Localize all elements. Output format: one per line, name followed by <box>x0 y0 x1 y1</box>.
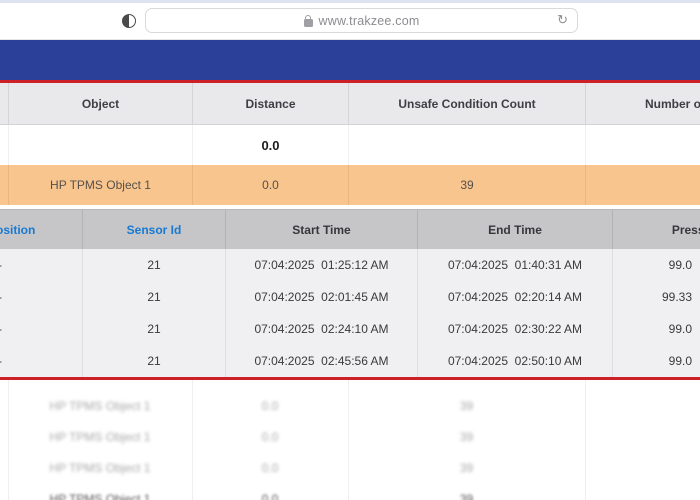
detail-row: -- 21 07:04:2025 02:24:10 AM 07:04:2025 … <box>0 313 700 345</box>
cell-object: HP TPMS Object 1 <box>8 390 192 421</box>
cell-unsafe-count <box>348 125 585 165</box>
cell-pressure: 99.0 <box>612 313 700 345</box>
column-header-position-label: osition <box>0 223 35 237</box>
summary-table-header: Object Distance Unsafe Condition Count N… <box>0 83 700 125</box>
cell-pressure: 99.0 <box>612 249 700 281</box>
url-text: www.trakzee.com <box>319 14 420 28</box>
column-header-end-time[interactable]: End Time <box>417 210 612 249</box>
cell-position: -- <box>0 345 82 377</box>
address-bar[interactable]: www.trakzee.com ↻ <box>145 8 578 33</box>
cell-sliver <box>0 452 8 483</box>
column-header-sensor-id[interactable]: Sensor Id <box>82 210 225 249</box>
detail-row: -- 21 07:04:2025 02:45:56 AM 07:04:2025 … <box>0 345 700 377</box>
cell-unsafe-count: 39 <box>348 452 585 483</box>
cell-sensor-id: 21 <box>82 313 225 345</box>
column-header-unsafe-condition-count: Unsafe Condition Count <box>348 83 585 124</box>
cell-position: -- <box>0 249 82 281</box>
summary-total-row: 0.0 <box>0 125 700 165</box>
lock-icon <box>304 19 313 27</box>
detail-row: -- 21 07:04:2025 02:01:45 AM 07:04:2025 … <box>0 281 700 313</box>
cell-start-time: 07:04:2025 02:01:45 AM <box>225 281 417 313</box>
column-header-position[interactable]: osition <box>0 210 82 249</box>
summary-row-faded: HP TPMS Object 1 0.0 39 <box>0 390 700 421</box>
refresh-icon[interactable]: ↻ <box>557 12 568 28</box>
cell-sliver <box>0 421 8 452</box>
cell-distance: 0.0 <box>192 390 348 421</box>
cell-position: -- <box>0 281 82 313</box>
detail-row: -- 21 07:04:2025 01:25:12 AM 07:04:2025 … <box>0 249 700 281</box>
cell-unsafe-count: 39 <box>348 390 585 421</box>
cell-unsafe-count: 39 <box>348 421 585 452</box>
cell-object: HP TPMS Object 1 <box>8 483 192 500</box>
cell-object: HP TPMS Object 1 <box>8 452 192 483</box>
privacy-shield-icon[interactable] <box>122 14 136 28</box>
column-header-distance: Distance <box>192 83 348 124</box>
cell-position-value: -- <box>0 290 2 304</box>
summary-row-faded-partial: HP TPMS Object 1 0.0 39 <box>0 483 700 500</box>
column-header-object: Object <box>8 83 192 124</box>
cell-number-of <box>585 483 700 500</box>
summary-row-selected[interactable]: HP TPMS Object 1 0.0 39 <box>0 165 700 205</box>
cell-number-of <box>585 452 700 483</box>
cell-sliver <box>0 125 8 165</box>
cell-sliver <box>0 390 8 421</box>
cell-end-time: 07:04:2025 02:20:14 AM <box>417 281 612 313</box>
cell-distance: 0.0 <box>192 483 348 500</box>
cell-distance: 0.0 <box>192 421 348 452</box>
cell-position-value: -- <box>0 322 2 336</box>
app-header-bar <box>0 40 700 80</box>
cell-number-of <box>585 125 700 165</box>
cell-number-of <box>585 421 700 452</box>
cell-end-time: 07:04:2025 01:40:31 AM <box>417 249 612 281</box>
cell-number-of <box>585 165 700 205</box>
cell-pressure: 99.0 <box>612 345 700 377</box>
cell-start-time: 07:04:2025 02:24:10 AM <box>225 313 417 345</box>
cell-distance: 0.0 <box>192 125 348 165</box>
detail-table-header: osition Sensor Id Start Time End Time Pr… <box>0 209 700 249</box>
faded-summary-rows: HP TPMS Object 1 0.0 39 HP TPMS Object 1… <box>0 380 700 500</box>
cell-distance: 0.0 <box>192 165 348 205</box>
cell-distance: 0.0 <box>192 452 348 483</box>
cell-number-of <box>585 390 700 421</box>
cell-pressure: 99.33 <box>612 281 700 313</box>
detail-table-body: -- 21 07:04:2025 01:25:12 AM 07:04:2025 … <box>0 249 700 377</box>
cell-sensor-id: 21 <box>82 249 225 281</box>
cell-start-time: 07:04:2025 01:25:12 AM <box>225 249 417 281</box>
column-header-pressure[interactable]: Pressure <box>612 210 700 249</box>
cell-unsafe-count: 39 <box>348 483 585 500</box>
cell-object: HP TPMS Object 1 <box>8 421 192 452</box>
cell-end-time: 07:04:2025 02:50:10 AM <box>417 345 612 377</box>
cell-unsafe-count: 39 <box>348 165 585 205</box>
cell-start-time: 07:04:2025 02:45:56 AM <box>225 345 417 377</box>
browser-window: www.trakzee.com ↻ Object Distance Unsafe… <box>0 0 700 500</box>
summary-row-faded: HP TPMS Object 1 0.0 39 <box>0 421 700 452</box>
column-header-start-time[interactable]: Start Time <box>225 210 417 249</box>
cell-sliver <box>0 165 8 205</box>
cell-position-value: -- <box>0 258 2 272</box>
cell-sensor-id: 21 <box>82 281 225 313</box>
column-sliver <box>0 83 8 124</box>
cell-sliver <box>0 483 8 500</box>
cell-end-time: 07:04:2025 02:30:22 AM <box>417 313 612 345</box>
column-header-number-of: Number o <box>585 83 700 124</box>
summary-row-faded: HP TPMS Object 1 0.0 39 <box>0 452 700 483</box>
cell-position-value: -- <box>0 354 2 368</box>
cell-object: HP TPMS Object 1 <box>8 165 192 205</box>
cell-sensor-id: 21 <box>82 345 225 377</box>
cell-position: -- <box>0 313 82 345</box>
browser-toolbar: www.trakzee.com ↻ <box>0 3 700 40</box>
cell-object <box>8 125 192 165</box>
